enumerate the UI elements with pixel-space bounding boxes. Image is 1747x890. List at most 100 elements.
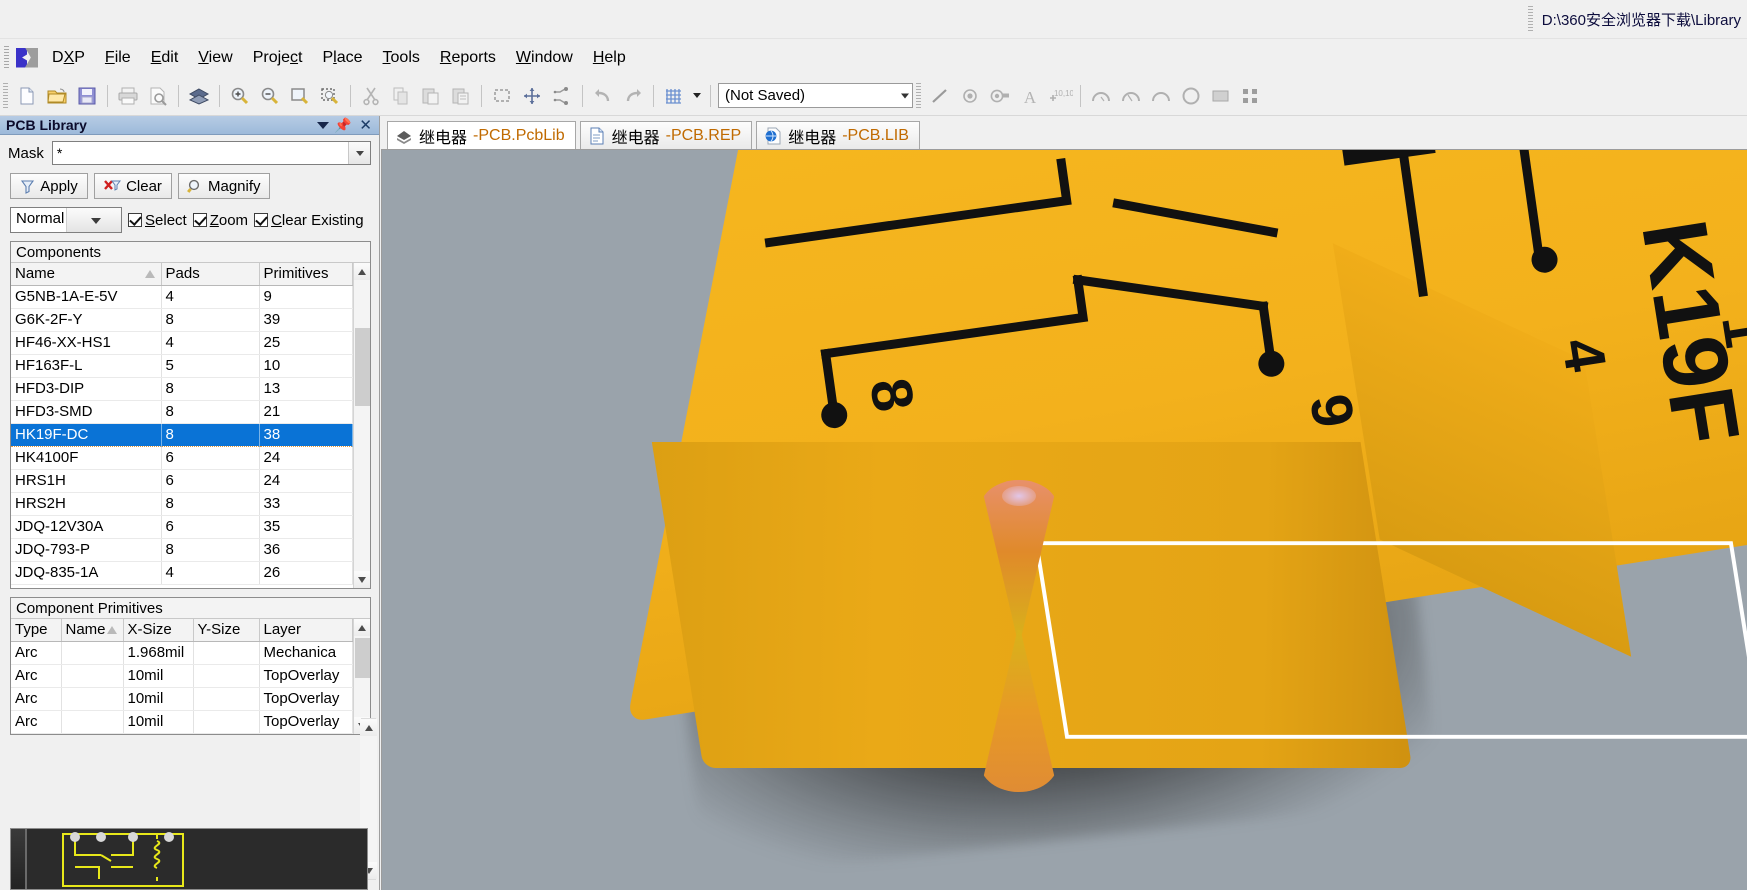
menu-view[interactable]: View xyxy=(188,46,242,70)
magnify-button[interactable]: Magnify xyxy=(178,173,270,199)
column-header-primitives[interactable]: Primitives xyxy=(259,263,353,286)
close-icon[interactable]: ✕ xyxy=(356,118,375,133)
zoom-out-icon[interactable] xyxy=(256,82,284,110)
paste-icon[interactable] xyxy=(417,82,445,110)
table-row[interactable]: Arc 10mil TopOverlay xyxy=(11,687,353,711)
mask-input[interactable] xyxy=(52,142,348,164)
column-header-pname[interactable]: Name xyxy=(61,619,124,642)
scroll-thumb[interactable] xyxy=(354,638,370,678)
table-row[interactable]: G5NB-1A-E-5V 4 9 xyxy=(11,285,353,309)
pin-icon[interactable]: 📌 xyxy=(334,118,351,132)
place-pad-icon[interactable] xyxy=(956,82,984,110)
place-coordinate-icon[interactable]: 10,10 xyxy=(1046,82,1074,110)
menu-place[interactable]: Place xyxy=(313,46,373,70)
menu-window[interactable]: Window xyxy=(506,46,583,70)
clear-existing-checkbox[interactable]: Clear Existing xyxy=(254,212,364,229)
table-row[interactable]: G6K-2F-Y 8 39 xyxy=(11,308,353,332)
scroll-down-button[interactable] xyxy=(353,571,370,588)
table-row[interactable]: HFD3-SMD 8 21 xyxy=(11,400,353,424)
clear-button[interactable]: Clear xyxy=(94,173,172,199)
scroll-up-button[interactable] xyxy=(353,263,370,280)
move-icon[interactable] xyxy=(518,82,546,110)
components-scrollbar[interactable] xyxy=(353,263,370,588)
menu-project[interactable]: Project xyxy=(243,46,313,70)
menu-reports[interactable]: Reports xyxy=(430,46,506,70)
scroll-thumb[interactable] xyxy=(354,328,370,406)
toolbar-grip[interactable] xyxy=(3,82,8,109)
grid-dropdown-arrow-icon[interactable] xyxy=(689,84,705,108)
select-checkbox[interactable]: Select xyxy=(128,212,187,229)
mask-row: Mask xyxy=(0,135,379,167)
align-icon[interactable] xyxy=(548,82,576,110)
cut-icon[interactable] xyxy=(357,82,385,110)
pcb-3d-viewport[interactable]: 8 9 4 1 K19F xyxy=(381,149,1747,890)
zoom-area-icon[interactable] xyxy=(286,82,314,110)
print-preview-icon[interactable] xyxy=(144,82,172,110)
grid-icon[interactable] xyxy=(660,82,688,110)
document-selector[interactable]: (Not Saved) xyxy=(718,83,913,108)
place-string-icon[interactable]: A xyxy=(1016,82,1044,110)
place-fill-icon[interactable] xyxy=(1207,82,1235,110)
undo-icon[interactable] xyxy=(589,82,617,110)
board-layers-icon[interactable] xyxy=(185,82,213,110)
copy-icon[interactable] xyxy=(387,82,415,110)
tab-rep[interactable]: 继电器 -PCB.REP xyxy=(579,121,753,149)
place-arc-any-angle-icon[interactable] xyxy=(1147,82,1175,110)
primitives-scrollbar[interactable] xyxy=(353,619,370,734)
place-arc-center-icon[interactable] xyxy=(1087,82,1115,110)
place-via-icon[interactable] xyxy=(986,82,1014,110)
table-row[interactable]: HRS2H 8 33 xyxy=(11,492,353,516)
paste-special-icon[interactable] xyxy=(447,82,475,110)
table-row[interactable]: HK19F-DC 8 38 xyxy=(11,422,353,447)
tab-pcblib[interactable]: 继电器 -PCB.PcbLib xyxy=(387,121,576,149)
print-icon[interactable] xyxy=(114,82,142,110)
table-row[interactable]: Arc 1.968mil Mechanica xyxy=(11,641,353,665)
highlight-mode-select[interactable]: Normal xyxy=(10,207,122,233)
footprint-preview[interactable] xyxy=(10,828,368,890)
place-component-icon[interactable] xyxy=(1237,82,1265,110)
table-row[interactable]: JDQ-12V30A 6 35 xyxy=(11,515,353,539)
utilities-toolbar-grip[interactable] xyxy=(916,82,921,109)
table-row[interactable]: HFD3-DIP 8 13 xyxy=(11,377,353,401)
table-row[interactable]: HF163F-L 5 10 xyxy=(11,354,353,378)
zoom-selected-icon[interactable] xyxy=(316,82,344,110)
table-row[interactable]: HF46-XX-HS1 4 25 xyxy=(11,331,353,355)
zoom-in-icon[interactable] xyxy=(226,82,254,110)
scroll-track[interactable] xyxy=(353,636,370,717)
table-row[interactable]: HK4100F 6 24 xyxy=(11,446,353,470)
scroll-up-button[interactable] xyxy=(360,719,377,736)
column-header-name[interactable]: Name xyxy=(11,263,162,286)
open-folder-icon[interactable] xyxy=(43,82,71,110)
new-document-icon[interactable] xyxy=(13,82,41,110)
scroll-up-button[interactable] xyxy=(353,619,370,636)
menu-tools[interactable]: Tools xyxy=(373,46,430,70)
table-row[interactable]: Arc 10mil TopOverlay xyxy=(11,710,353,734)
menu-file[interactable]: File xyxy=(95,46,141,70)
table-row[interactable]: Arc 10mil TopOverlay xyxy=(11,664,353,688)
tab-lib[interactable]: 继电器 -PCB.LIB xyxy=(756,121,920,149)
table-row[interactable]: JDQ-835-1A 4 26 xyxy=(11,561,353,585)
save-icon[interactable] xyxy=(73,82,101,110)
column-header-pads[interactable]: Pads xyxy=(161,263,260,286)
table-row[interactable]: JDQ-793-P 8 36 xyxy=(11,538,353,562)
column-header-xsize[interactable]: X-Size xyxy=(123,619,194,642)
menu-dxp[interactable]: DXP xyxy=(42,46,95,70)
menu-help[interactable]: Help xyxy=(583,46,636,70)
select-area-icon[interactable] xyxy=(488,82,516,110)
place-line-icon[interactable] xyxy=(926,82,954,110)
place-arc-edge-icon[interactable] xyxy=(1117,82,1145,110)
table-row[interactable]: HRS1H 6 24 xyxy=(11,469,353,493)
zoom-checkbox[interactable]: Zoom xyxy=(192,212,248,229)
column-header-ysize[interactable]: Y-Size xyxy=(193,619,260,642)
chevron-down-icon[interactable] xyxy=(316,121,329,129)
column-header-type[interactable]: Type xyxy=(11,619,62,642)
column-header-layer[interactable]: Layer xyxy=(259,619,353,642)
menu-edit[interactable]: Edit xyxy=(141,46,189,70)
redo-icon[interactable] xyxy=(619,82,647,110)
menubar-grip[interactable] xyxy=(4,45,9,70)
apply-button[interactable]: Apply xyxy=(10,173,88,199)
scroll-track[interactable] xyxy=(353,280,370,571)
mask-history-dropdown[interactable] xyxy=(348,142,370,164)
place-full-circle-icon[interactable] xyxy=(1177,82,1205,110)
titlebar-grip[interactable] xyxy=(1527,6,1533,32)
